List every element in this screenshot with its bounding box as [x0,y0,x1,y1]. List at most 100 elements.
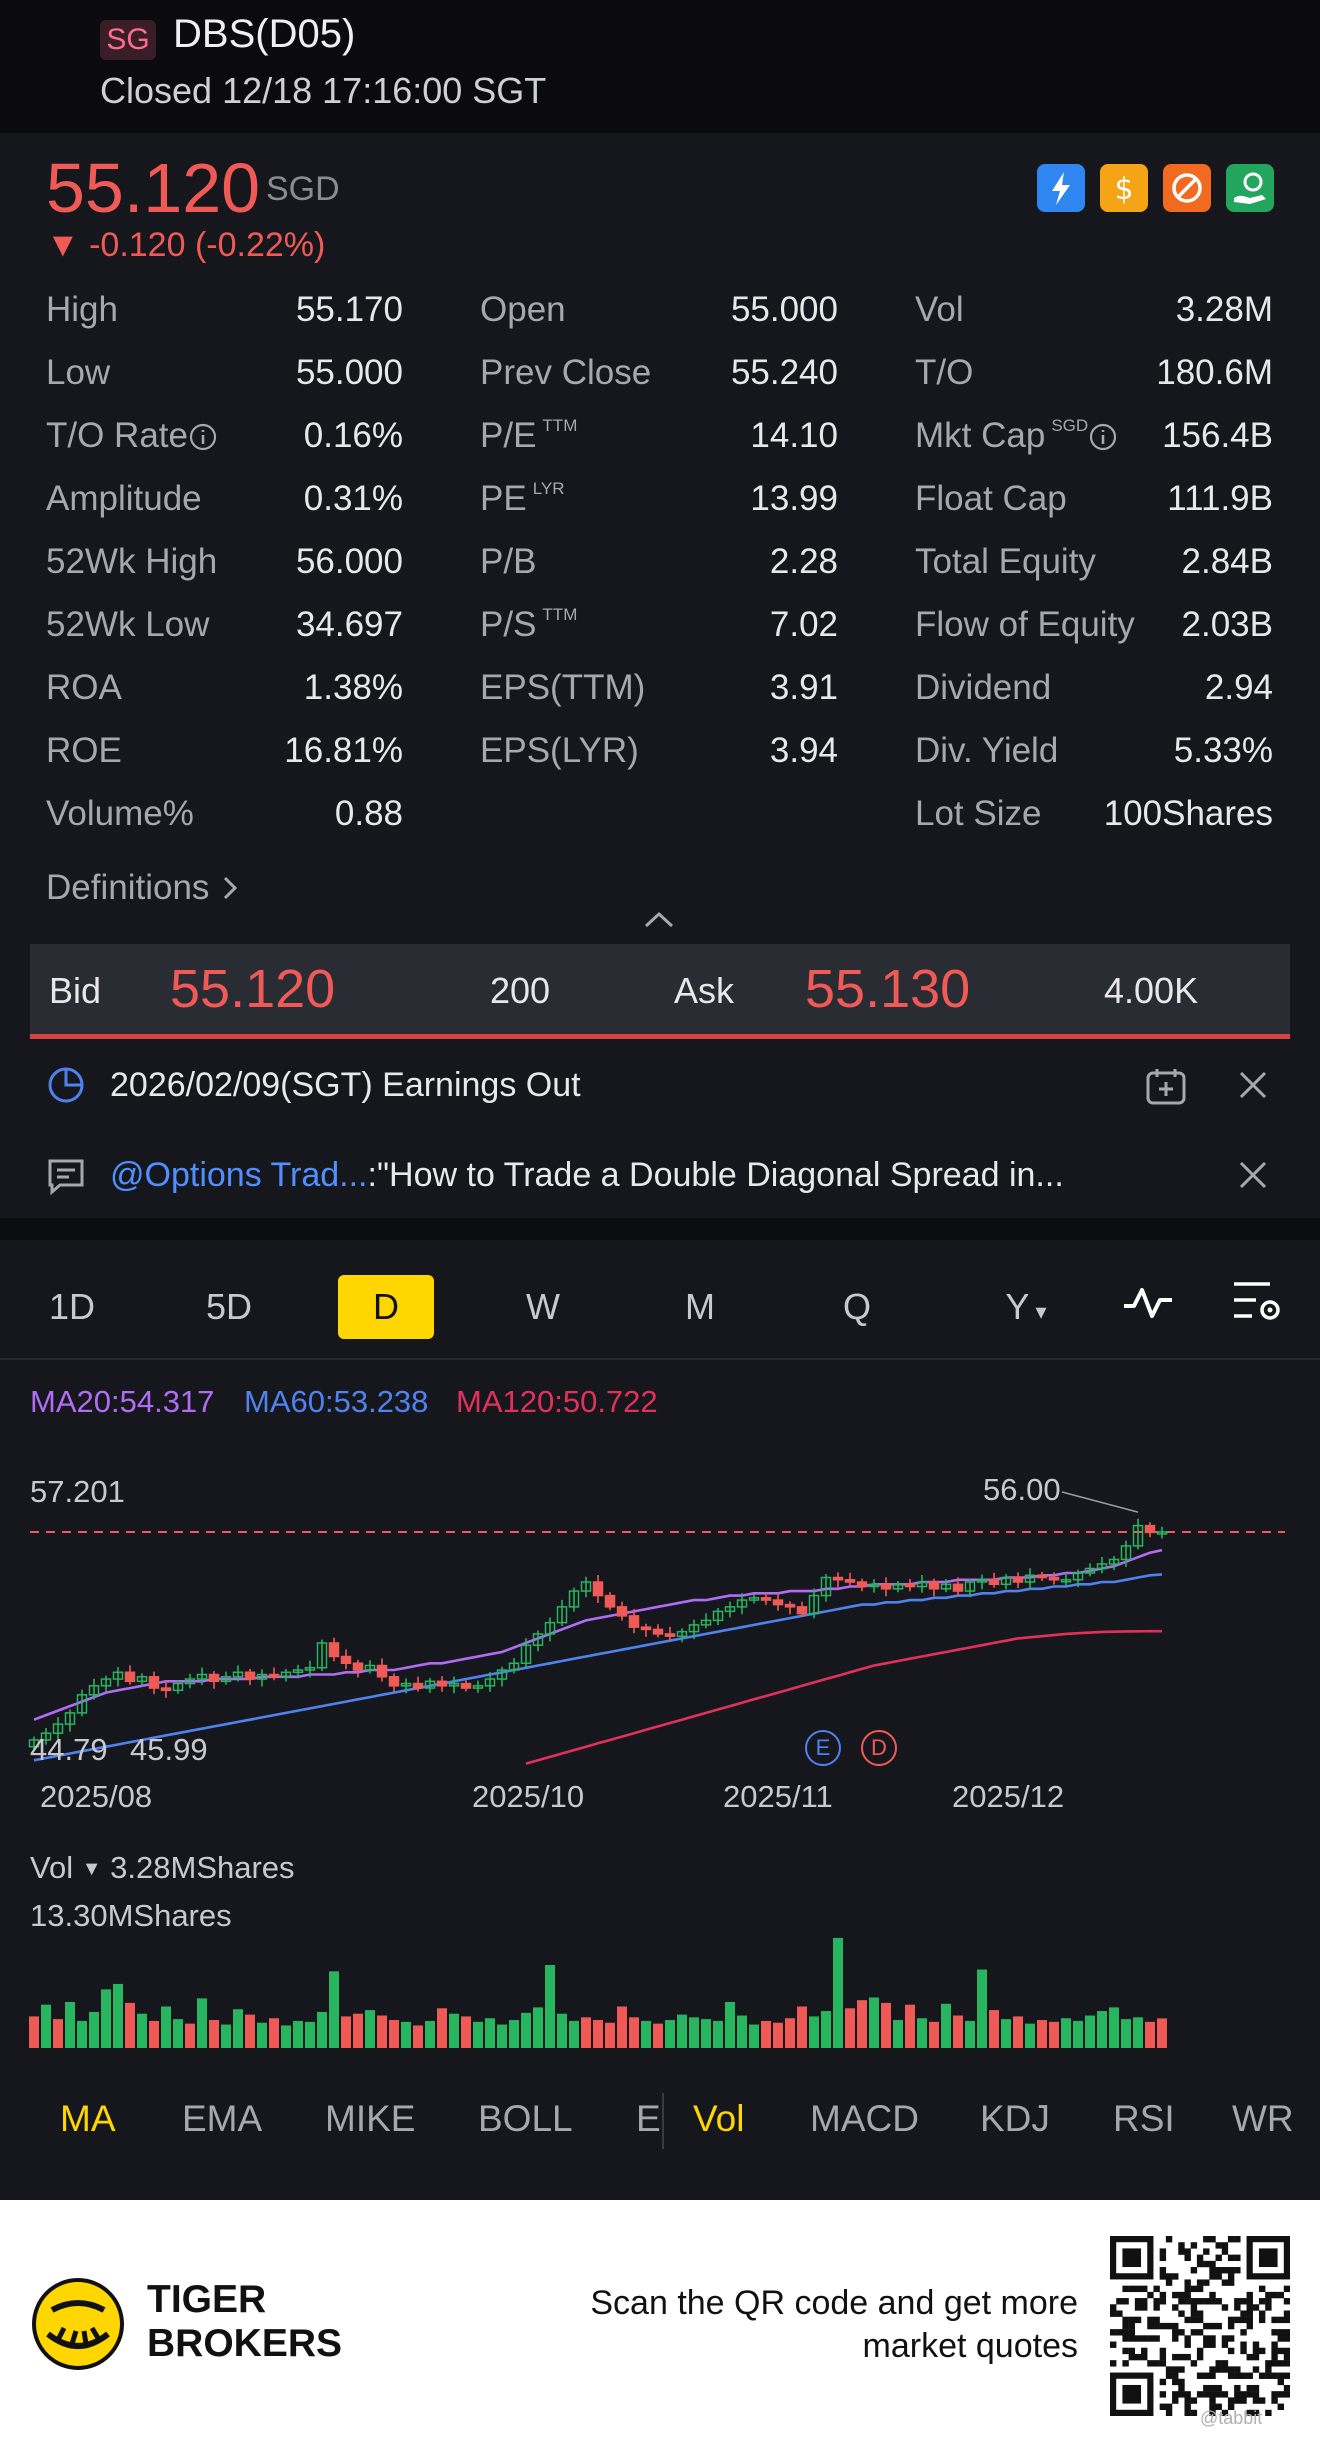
volume-bar [1001,2019,1011,2048]
indicator-tab[interactable]: WR [1232,2098,1294,2140]
info-icon[interactable] [188,416,218,455]
candle [244,1671,256,1680]
stat-value: 100Shares [1103,794,1273,833]
period-tab-5d[interactable]: 5D [181,1275,277,1339]
stat-label: 52Wk Low [46,605,209,645]
volume-bar [329,1971,339,2048]
volume-bar [77,2020,87,2048]
stat-label-text: Low [46,353,111,392]
period-tab-d[interactable]: D [338,1275,434,1339]
earnings-marker[interactable]: E [805,1730,841,1766]
volume-bar [941,2003,951,2048]
price-change: ▼ -0.120 (-0.22%) [46,226,326,264]
candle [616,1606,628,1617]
price-low-label: 44.79 [30,1732,108,1767]
indicator-tab[interactable]: E [636,2098,661,2140]
info-icon[interactable] [1088,416,1118,455]
indicator-tab[interactable]: EMA [182,2098,262,2140]
stat-label-sup: TTM [542,605,578,624]
post-handle: @Options Trad... [110,1156,368,1194]
volume-bar [101,1989,111,2048]
volume-bar [713,2020,723,2048]
page-title: DBS(D05) [173,12,356,56]
dividend-marker[interactable]: D [861,1730,897,1766]
stat-label-sup: SGD [1051,416,1089,435]
stat-value: 156.4B [1162,416,1273,455]
stat-label-text: T/O Rate [46,416,188,455]
stat-label-text: Lot Size [915,794,1042,833]
chart-settings-icon[interactable] [1230,1274,1284,1333]
candle [832,1576,844,1581]
definitions-link[interactable]: Definitions [46,868,241,908]
no-short-icon[interactable] [1163,164,1211,212]
volume-bar [221,2024,231,2048]
stat-value: 0.31% [303,479,403,518]
indicator-tab[interactable]: MACD [810,2098,919,2140]
period-tab-q[interactable]: Q [809,1275,905,1339]
stat-label: Mkt Cap SGD [915,416,1118,456]
divider [662,2093,664,2149]
indicator-tab[interactable]: KDJ [980,2098,1050,2140]
period-tab-label: 5D [205,1286,253,1327]
volume-bar [785,2018,795,2048]
add-calendar-icon[interactable] [1145,1066,1187,1111]
indicator-line-icon[interactable] [1120,1278,1176,1333]
volume-bar [965,2020,975,2048]
stat-value: 0.16% [303,416,403,455]
volume-bar [689,2017,699,2048]
period-tab-m[interactable]: M [652,1275,748,1339]
volume-bar [401,2021,411,2048]
indicator-tab[interactable]: BOLL [478,2098,573,2140]
indicator-tab[interactable]: Vol [693,2098,744,2140]
brand-name: TIGER BROKERS [147,2278,342,2366]
volume-bar [569,2020,579,2048]
volume-bar [905,2004,915,2048]
lightning-icon[interactable] [1037,164,1085,212]
qr-code[interactable] [1110,2236,1290,2416]
chevron-up-icon[interactable] [642,908,676,935]
stat-label: Total Equity [915,542,1096,582]
stat-label: Volume% [46,794,194,834]
candle [664,1633,676,1637]
stat-label: Amplitude [46,479,202,519]
candle [604,1594,616,1608]
period-tab-1d[interactable]: 1D [24,1275,120,1339]
definitions-label: Definitions [46,868,210,907]
volume-bar [281,2025,291,2048]
stat-label-text: Dividend [915,668,1052,707]
post-notice[interactable]: @Options Trad...:"How to Trade a Double … [110,1156,1064,1195]
volume-bar [209,2020,219,2048]
period-tab-y[interactable]: Y ▾ [978,1275,1074,1339]
indicator-tab[interactable]: RSI [1113,2098,1175,2140]
stat-label: Div. Yield [915,731,1058,771]
indicator-tab[interactable]: MA [60,2098,116,2140]
earnings-notice[interactable]: 2026/02/09(SGT) Earnings Out [110,1066,581,1105]
stat-label-text: Prev Close [480,353,652,392]
volume-bar [1085,2015,1095,2048]
x-tick: 2025/12 [952,1779,1065,1814]
volume-chart[interactable] [0,1880,1320,2050]
close-icon[interactable] [1236,1158,1270,1197]
volume-bar [497,2024,507,2048]
stat-label: EPS(TTM) [480,668,645,708]
close-icon[interactable] [1236,1068,1270,1107]
money-hand-icon[interactable] [1226,164,1274,212]
volume-bar [1121,2019,1131,2048]
stat-label-text: Vol [915,290,964,329]
volume-bar [545,1964,555,2048]
candle [352,1662,364,1671]
period-tab-w[interactable]: W [495,1275,591,1339]
volume-bar [173,2019,183,2048]
stat-label-text: Mkt Cap [915,416,1046,455]
stat-value: 16.81% [284,731,403,770]
indicator-tab[interactable]: MIKE [325,2098,415,2140]
stat-label-text: High [46,290,118,329]
candle [628,1615,640,1628]
volume-bar [665,2020,675,2048]
volume-bar [521,2012,531,2048]
candle [268,1673,280,1678]
candle [796,1606,808,1615]
dollar-icon[interactable]: $ [1100,164,1148,212]
stat-value: 14.10 [750,416,838,455]
caret-down-icon: ▾ [1029,1299,1047,1324]
